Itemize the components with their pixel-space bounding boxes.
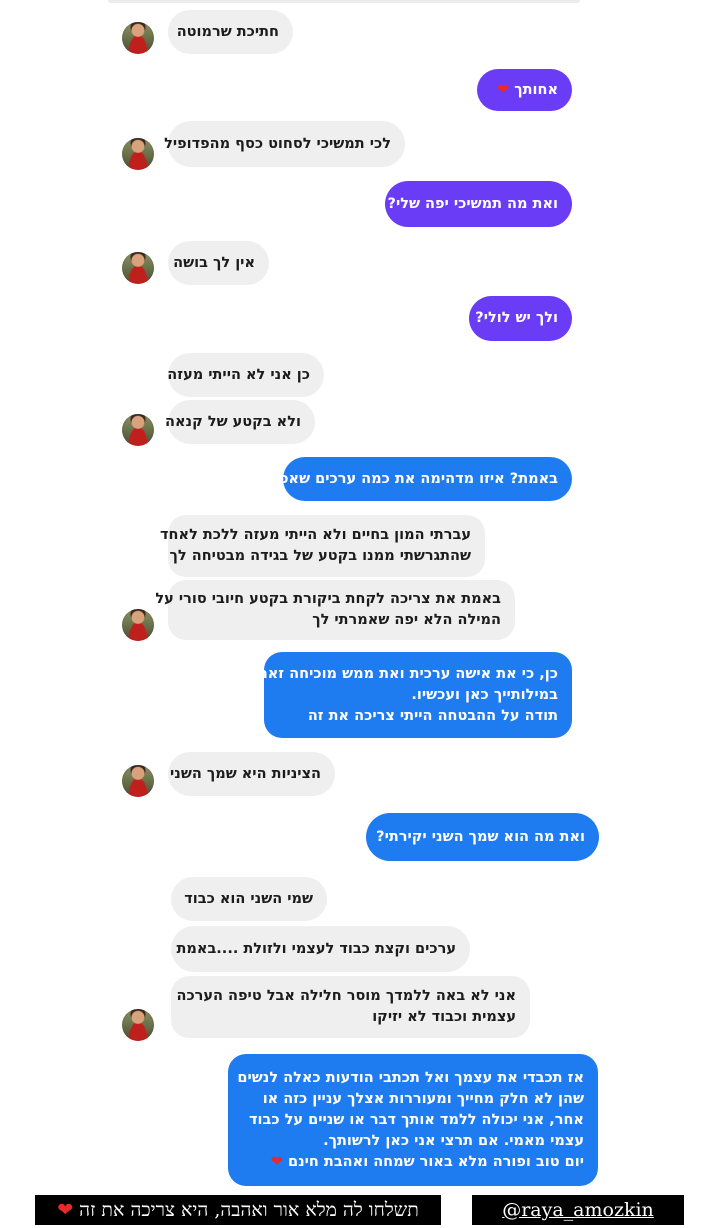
message-text: שמי השני הוא כבוד xyxy=(184,890,313,907)
message-text: ולא בקטע של קנאה xyxy=(164,413,301,430)
message-line: ואת מה הוא שמך השני יקירתי? xyxy=(376,827,585,848)
message-line: אין לך בושה xyxy=(173,253,255,274)
incoming-message-bubble[interactable]: לכי תמשיכי לסחוט כסף מהפדופיל xyxy=(164,121,405,167)
message-line: ערכים וקצת כבוד לעצמי ולזולת ....באמת xyxy=(177,939,457,960)
message-line: המילה הלא יפה שאמרתי לך xyxy=(182,610,501,631)
incoming-message-bubble[interactable]: ולא בקטע של קנאה xyxy=(165,400,315,444)
avatar[interactable] xyxy=(122,765,154,797)
heart-icon: ❤ xyxy=(270,1153,288,1170)
message-line: כן, כי את אישה ערכית ואת ממש מוכיחה זאת xyxy=(258,664,558,685)
message-line: לכי תמשיכי לסחוט כסף מהפדופיל xyxy=(164,134,391,155)
incoming-message-bubble[interactable]: עברתי המון בחיים ולא הייתי מעזה ללכת לאח… xyxy=(160,515,485,577)
message-text: ואת מה תמשיכי יפה שלי? xyxy=(387,195,558,212)
message-text: עברתי המון בחיים ולא הייתי מעזה ללכת לאח… xyxy=(160,527,471,543)
avatar[interactable] xyxy=(122,414,154,446)
outgoing-message-bubble[interactable]: באמת? איזו מדהימה את כמה ערכים שאפו xyxy=(274,457,572,501)
message-text: ולך יש לולי? xyxy=(475,310,558,326)
message-text: תודה על ההבטחה הייתי צריכה את זה xyxy=(307,707,558,724)
message-line: באמת את צריכה לקחת ביקורת בקטע חיובי סור… xyxy=(155,589,501,610)
avatar[interactable] xyxy=(122,252,154,284)
story-caption: תשלחו לה מלא אור ואהבה, היא צריכה את זה … xyxy=(35,1195,441,1225)
message-text: ואת מה הוא שמך השני יקירתי? xyxy=(376,828,585,845)
message-line: שהתגרשתי ממנו בקטע של בגידה מבטיחה לך xyxy=(170,546,471,567)
message-text: יום טוב ופורה מלא באור שמחה ואהבת חינם xyxy=(287,1153,584,1170)
message-line: כן אני לא הייתי מעזה xyxy=(167,365,310,386)
message-text: הציניות היא שמך השני xyxy=(169,765,321,782)
outgoing-message-bubble[interactable]: כן, כי את אישה ערכית ואת ממש מוכיחה זאת ב… xyxy=(258,652,572,738)
message-text: לכי תמשיכי לסחוט כסף מהפדופיל xyxy=(164,135,391,152)
incoming-message-bubble[interactable]: אני לא באה ללמדך מוסר חלילה אבל טיפה הער… xyxy=(171,976,530,1038)
top-divider xyxy=(108,0,580,3)
incoming-message-bubble[interactable]: חתיכת שרמוטה xyxy=(168,10,293,54)
message-text: אחר, אני יכולה ללמד אותך דבר או שניים על… xyxy=(249,1111,584,1128)
message-text: במילותייך כאן ועכשיו. xyxy=(411,686,558,703)
incoming-message-bubble[interactable]: הציניות היא שמך השני xyxy=(168,752,335,796)
outgoing-message-bubble[interactable]: ואת מה הוא שמך השני יקירתי? xyxy=(366,813,599,861)
message-line: אחר, אני יכולה ללמד אותך דבר או שניים על… xyxy=(242,1110,584,1131)
message-text: שהן לא חלק מחייך ומעוררות אצלך עניין כזה… xyxy=(262,1090,584,1107)
message-text: באמת? איזו מדהימה את כמה ערכים שאפו xyxy=(274,470,558,487)
instagram-handle[interactable]: @raya_amozkin xyxy=(472,1195,684,1225)
caption-text: תשלחו לה מלא אור ואהבה, היא צריכה את זה xyxy=(79,1199,419,1221)
message-line: יום טוב ופורה מלא באור שמחה ואהבת חינם ❤ xyxy=(242,1152,584,1173)
message-line: אז תכבדי את עצמך ואל תכתבי הודעות כאלה ל… xyxy=(237,1068,584,1089)
message-text: כן, כי את אישה ערכית ואת ממש מוכיחה זאת xyxy=(257,665,558,682)
message-line: אחותך ❤ xyxy=(491,80,558,101)
message-text: כן אני לא הייתי מעזה xyxy=(167,366,310,383)
message-line: ולך יש לולי? xyxy=(475,308,558,329)
message-text: עצמי מאמי. אם תרצי אני כאן לרשותך. xyxy=(323,1132,584,1149)
message-text: אני לא באה ללמדך מוסר חלילה אבל טיפה הער… xyxy=(176,988,516,1004)
message-line: אני לא באה ללמדך מוסר חלילה אבל טיפה הער… xyxy=(176,986,516,1007)
message-text: חתיכת שרמוטה xyxy=(176,23,279,40)
avatar[interactable] xyxy=(122,609,154,641)
outgoing-message-bubble[interactable]: ואת מה תמשיכי יפה שלי? xyxy=(385,181,572,227)
message-line: עצמי מאמי. אם תרצי אני כאן לרשותך. xyxy=(242,1131,584,1152)
message-line: תודה על ההבטחה הייתי צריכה את זה xyxy=(278,706,558,727)
heart-icon: ❤ xyxy=(497,81,515,98)
message-text: באמת את צריכה לקחת ביקורת בקטע חיובי סור… xyxy=(155,591,501,607)
outgoing-message-bubble[interactable]: אז תכבדי את עצמך ואל תכתבי הודעות כאלה ל… xyxy=(228,1054,598,1186)
message-line: במילותייך כאן ועכשיו. xyxy=(278,685,558,706)
outgoing-message-bubble[interactable]: ולך יש לולי? xyxy=(469,296,572,341)
message-line: באמת? איזו מדהימה את כמה ערכים שאפו xyxy=(274,469,558,490)
incoming-message-bubble[interactable]: שמי השני הוא כבוד xyxy=(171,877,327,921)
avatar[interactable] xyxy=(122,138,154,170)
message-line: ולא בקטע של קנאה xyxy=(165,412,301,433)
heart-icon: ❤ xyxy=(57,1199,74,1221)
incoming-message-bubble[interactable]: ערכים וקצת כבוד לעצמי ולזולת ....באמת xyxy=(171,926,470,972)
message-line: חתיכת שרמוטה xyxy=(177,22,279,43)
incoming-message-bubble[interactable]: אין לך בושה xyxy=(168,241,269,285)
message-line: שמי השני הוא כבוד xyxy=(184,889,313,910)
message-text: עצמית וכבוד לא יזיקו xyxy=(372,1009,516,1025)
message-line: עברתי המון בחיים ולא הייתי מעזה ללכת לאח… xyxy=(160,525,471,546)
message-text: המילה הלא יפה שאמרתי לך xyxy=(312,612,501,628)
avatar[interactable] xyxy=(122,1009,154,1041)
message-text: אין לך בושה xyxy=(173,254,255,271)
message-line: ואת מה תמשיכי יפה שלי? xyxy=(388,194,558,215)
message-line: שהן לא חלק מחייך ומעוררות אצלך עניין כזה… xyxy=(242,1089,584,1110)
avatar[interactable] xyxy=(122,22,154,54)
message-text: שהתגרשתי ממנו בקטע של בגידה מבטיחה לך xyxy=(169,548,471,564)
message-line: הציניות היא שמך השני xyxy=(170,764,321,785)
message-text: אז תכבדי את עצמך ואל תכתבי הודעות כאלה ל… xyxy=(237,1069,584,1086)
message-line: עצמית וכבוד לא יזיקו xyxy=(185,1007,516,1028)
incoming-message-bubble[interactable]: באמת את צריכה לקחת ביקורת בקטע חיובי סור… xyxy=(155,580,515,640)
outgoing-message-bubble[interactable]: אחותך ❤ xyxy=(477,69,572,111)
message-text: אחותך xyxy=(514,81,558,98)
message-text: ערכים וקצת כבוד לעצמי ולזולת ....באמת xyxy=(176,940,457,957)
incoming-message-bubble[interactable]: כן אני לא הייתי מעזה xyxy=(167,353,324,397)
